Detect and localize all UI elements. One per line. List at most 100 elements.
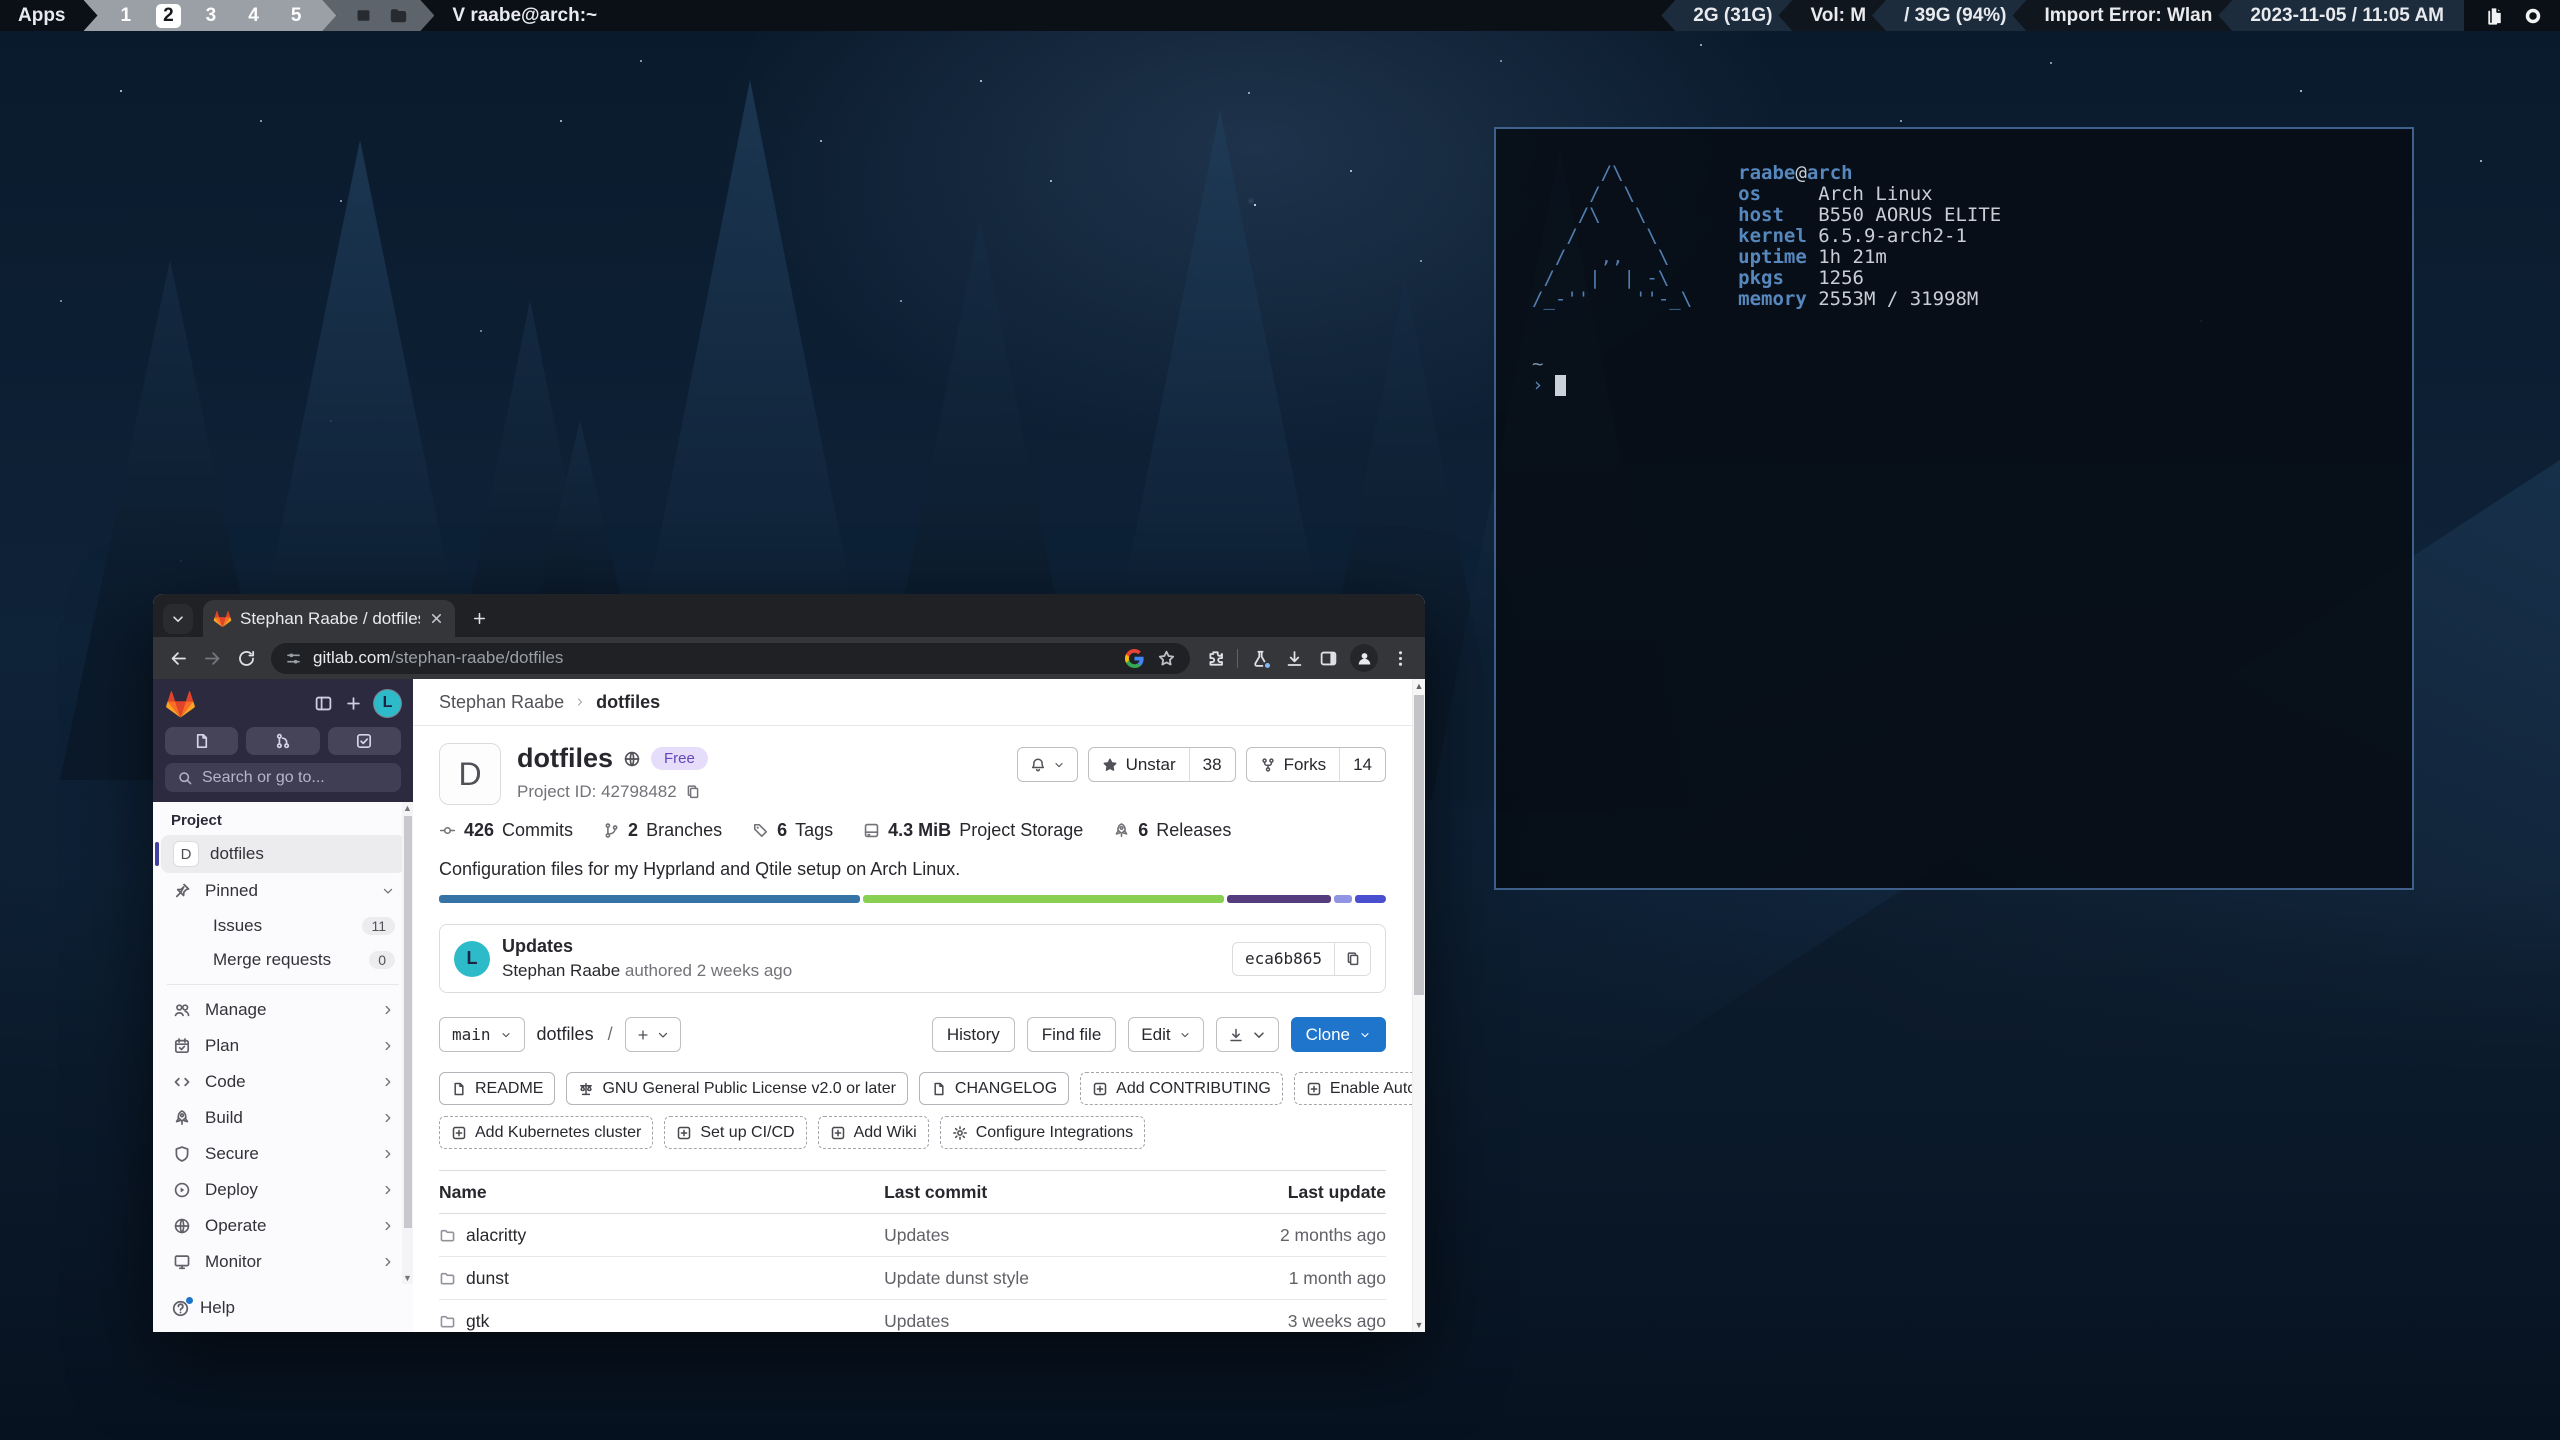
commit-author-link[interactable]: Stephan Raabe [502, 961, 620, 980]
commit-title-link[interactable]: Updates [502, 936, 792, 957]
clone-button[interactable]: Clone [1291, 1017, 1386, 1052]
browser-tab[interactable]: Stephan Raabe / dotfiles [203, 600, 455, 637]
find-file-button[interactable]: Find file [1027, 1017, 1117, 1052]
issues-shortcut-button[interactable] [165, 727, 238, 755]
user-avatar[interactable]: L [374, 690, 401, 717]
google-icon[interactable] [1125, 649, 1144, 668]
merge-requests-shortcut-button[interactable] [246, 727, 319, 755]
sidebar-menu-item[interactable]: Plan [161, 1028, 405, 1064]
scroll-down-arrow[interactable]: ▼ [402, 1272, 413, 1284]
sidebar-menu-item[interactable]: Code [161, 1064, 405, 1100]
table-row[interactable]: dunst Update dunst style 1 month ago [439, 1257, 1386, 1300]
tab-close-button[interactable] [428, 610, 445, 627]
last-commit-link[interactable]: Update dunst style [884, 1268, 1206, 1289]
language-segment[interactable] [1355, 895, 1386, 903]
forks-button[interactable]: Forks [1247, 748, 1340, 781]
sidebar-menu-item[interactable]: Monitor [161, 1244, 405, 1280]
sidebar-item-dotfiles[interactable]: D dotfiles [161, 835, 405, 873]
language-segment[interactable] [1334, 895, 1352, 903]
notifications-button[interactable] [1017, 747, 1078, 782]
header-last-update[interactable]: Last update [1206, 1182, 1386, 1203]
apps-button[interactable]: Apps [0, 0, 84, 31]
header-name[interactable]: Name [439, 1182, 884, 1203]
layout-icon[interactable] [354, 6, 373, 25]
last-commit-link[interactable]: Updates [884, 1311, 1206, 1332]
repo-stat-link[interactable]: 6 Releases [1113, 820, 1231, 841]
repo-badge[interactable]: Add Wiki [818, 1116, 929, 1149]
repo-badge[interactable]: Enable Auto DevOps [1294, 1072, 1412, 1105]
breadcrum-parent-link[interactable]: Stephan Raabe [439, 692, 564, 713]
sidebar-menu-item[interactable]: Operate [161, 1208, 405, 1244]
tab-search-button[interactable] [163, 604, 193, 634]
file-name-link[interactable]: alacritty [466, 1225, 526, 1246]
folder-widget-icon[interactable] [389, 6, 408, 25]
terminal-window[interactable]: /\ / \ /\ \ / \ / ,, \ / | | -\ /_-'' ''… [1494, 127, 2414, 890]
fork-count[interactable]: 14 [1339, 748, 1385, 781]
table-row[interactable]: alacritty Updates 2 months ago [439, 1214, 1386, 1257]
bookmark-star-icon[interactable] [1157, 649, 1176, 668]
repo-badge[interactable]: README [439, 1072, 555, 1105]
branch-selector[interactable]: main [439, 1017, 525, 1052]
collapse-sidebar-button[interactable] [308, 688, 338, 718]
language-segment[interactable] [1227, 895, 1332, 903]
repo-stat-link[interactable]: 4.3 MiB Project Storage [863, 820, 1083, 841]
repo-badge[interactable]: Configure Integrations [940, 1116, 1145, 1149]
edit-button[interactable]: Edit [1128, 1017, 1203, 1052]
sidebar-help[interactable]: Help [153, 1284, 413, 1332]
workspace-button[interactable]: 2 [156, 4, 181, 28]
workspace-button[interactable]: 1 [114, 4, 139, 28]
language-segment[interactable] [863, 895, 1224, 903]
unstar-button[interactable]: Unstar [1089, 748, 1189, 781]
page-scrollbar[interactable]: ▲ ▼ [1412, 679, 1425, 1332]
file-name-link[interactable]: gtk [466, 1311, 489, 1332]
repo-badge[interactable]: Add CONTRIBUTING [1080, 1072, 1283, 1105]
create-new-button[interactable] [338, 688, 368, 718]
workspace-button[interactable]: 3 [199, 4, 224, 28]
side-panel-button[interactable] [1311, 641, 1345, 675]
repo-badge[interactable]: Add Kubernetes cluster [439, 1116, 653, 1149]
repo-stat-link[interactable]: 6 Tags [752, 820, 833, 841]
star-count[interactable]: 38 [1189, 748, 1235, 781]
repo-badge[interactable]: GNU General Public License v2.0 or later [566, 1072, 907, 1105]
file-name-link[interactable]: dunst [466, 1268, 509, 1289]
table-row[interactable]: gtk Updates 3 weeks ago [439, 1300, 1386, 1332]
add-file-button[interactable] [625, 1017, 681, 1052]
repo-root-link[interactable]: dotfiles [537, 1024, 594, 1044]
copy-sha-button[interactable] [1334, 943, 1370, 975]
scrollbar-thumb[interactable] [404, 816, 412, 1228]
sidebar-scrollbar[interactable]: ▲ ▼ [402, 802, 413, 1284]
site-info-icon[interactable] [285, 650, 302, 667]
scroll-up-arrow[interactable]: ▲ [402, 802, 413, 814]
scroll-up-arrow[interactable]: ▲ [1413, 679, 1425, 693]
gitlab-logo[interactable] [165, 688, 196, 719]
notes-tray-button[interactable] [2484, 5, 2506, 27]
copy-project-id-button[interactable] [685, 784, 701, 800]
forward-button[interactable] [195, 641, 229, 675]
scrollbar-thumb[interactable] [1414, 695, 1424, 995]
workspace-button[interactable]: 4 [241, 4, 266, 28]
sidebar-pinned-item[interactable]: Merge requests 0 [161, 943, 405, 977]
browser-menu-button[interactable] [1383, 641, 1417, 675]
search-input[interactable]: Search or go to... [165, 763, 401, 792]
repo-badge[interactable]: Set up CI/CD [664, 1116, 806, 1149]
url-bar[interactable]: gitlab.com/stephan-raabe/dotfiles [271, 643, 1190, 674]
download-source-button[interactable] [1216, 1017, 1279, 1052]
profile-avatar[interactable] [1350, 644, 1378, 672]
sidebar-menu-item[interactable]: Manage [161, 992, 405, 1028]
sidebar-menu-item[interactable]: Secure [161, 1136, 405, 1172]
sidebar-menu-item[interactable]: Build [161, 1100, 405, 1136]
sidebar-menu-item[interactable]: Deploy [161, 1172, 405, 1208]
scroll-down-arrow[interactable]: ▼ [1413, 1318, 1425, 1332]
record-tray-button[interactable] [2522, 5, 2544, 27]
commit-author-avatar[interactable]: L [454, 941, 490, 977]
repo-badge[interactable]: CHANGELOG [919, 1072, 1069, 1105]
workspace-button[interactable]: 5 [284, 4, 309, 28]
repo-stat-link[interactable]: 2 Branches [603, 820, 722, 841]
back-button[interactable] [161, 641, 195, 675]
new-tab-button[interactable] [463, 603, 495, 635]
downloads-button[interactable] [1277, 641, 1311, 675]
last-commit-link[interactable]: Updates [884, 1225, 1206, 1246]
reload-button[interactable] [229, 641, 263, 675]
repo-stat-link[interactable]: 426 Commits [439, 820, 573, 841]
sidebar-pinned-item[interactable]: Issues 11 [161, 909, 405, 943]
